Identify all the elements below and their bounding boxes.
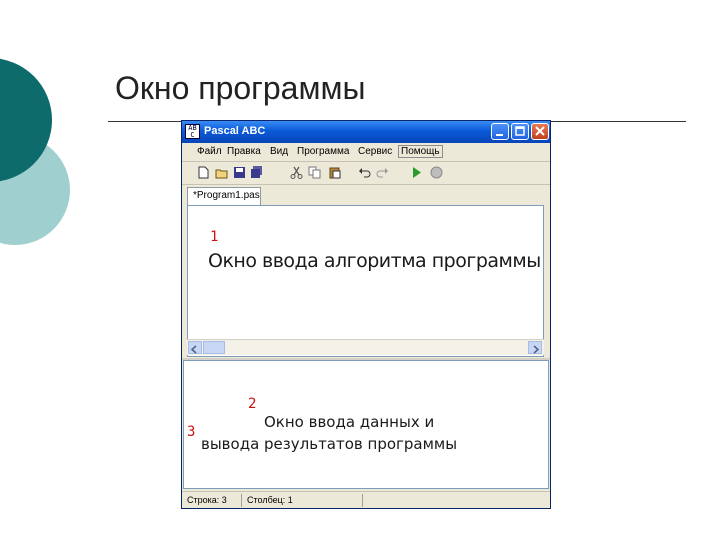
- status-divider: [362, 494, 363, 507]
- decorative-circles: [0, 58, 70, 245]
- paste-icon[interactable]: [328, 166, 341, 179]
- save-all-icon[interactable]: [250, 166, 263, 179]
- save-icon[interactable]: [233, 166, 246, 179]
- output-label-line1: Окно ввода данных и: [264, 413, 435, 431]
- file-tabs: *Program1.pas: [182, 185, 550, 205]
- slide-title: Окно программы: [115, 70, 366, 106]
- app-icon: AB C: [185, 124, 200, 139]
- output-number-3: 3: [187, 424, 196, 440]
- menu-view[interactable]: Вид: [270, 146, 288, 157]
- run-icon[interactable]: [410, 166, 423, 179]
- menu-edit[interactable]: Правка: [227, 146, 261, 157]
- scroll-right-button[interactable]: [528, 341, 542, 354]
- minimize-button[interactable]: [491, 123, 509, 140]
- menu-help[interactable]: Помощь: [398, 145, 443, 158]
- menu-file[interactable]: Файл: [197, 146, 222, 157]
- toolbar: [182, 162, 550, 185]
- scroll-left-button[interactable]: [188, 341, 202, 354]
- maximize-icon: [515, 126, 525, 136]
- maximize-button[interactable]: [511, 123, 529, 140]
- menu-service[interactable]: Сервис: [358, 146, 392, 157]
- window-title: Pascal ABC: [204, 125, 266, 137]
- status-line: Строка: 3: [187, 495, 227, 505]
- editor-number: 1: [210, 229, 219, 245]
- code-editor[interactable]: [187, 205, 544, 357]
- minimize-icon: [496, 134, 503, 136]
- stop-icon[interactable]: [430, 166, 443, 179]
- copy-icon[interactable]: [308, 166, 321, 179]
- status-bar: Строка: 3 Столбец: 1: [182, 491, 550, 509]
- new-file-icon[interactable]: [197, 166, 210, 179]
- menu-bar: Файл Правка Вид Программа Сервис Помощь: [182, 143, 550, 162]
- chevron-left-icon: [190, 345, 197, 354]
- window-titlebar[interactable]: AB C Pascal ABC: [182, 121, 550, 143]
- cut-icon[interactable]: [290, 166, 303, 179]
- editor-label: Окно ввода алгоритма программы: [208, 250, 541, 272]
- open-file-icon[interactable]: [215, 166, 228, 179]
- scroll-thumb[interactable]: [203, 341, 225, 354]
- tab-program1[interactable]: *Program1.pas: [187, 187, 261, 205]
- close-icon: [535, 126, 545, 136]
- close-button[interactable]: [531, 123, 549, 140]
- output-number-2: 2: [248, 396, 257, 412]
- chevron-right-icon: [533, 345, 540, 354]
- menu-program[interactable]: Программа: [297, 146, 349, 157]
- status-column: Столбец: 1: [247, 495, 293, 505]
- horizontal-scrollbar[interactable]: [187, 339, 544, 355]
- status-divider: [241, 494, 242, 507]
- undo-icon[interactable]: [358, 166, 371, 179]
- output-label-line2: вывода результатов программы: [201, 435, 458, 453]
- redo-icon[interactable]: [376, 166, 389, 179]
